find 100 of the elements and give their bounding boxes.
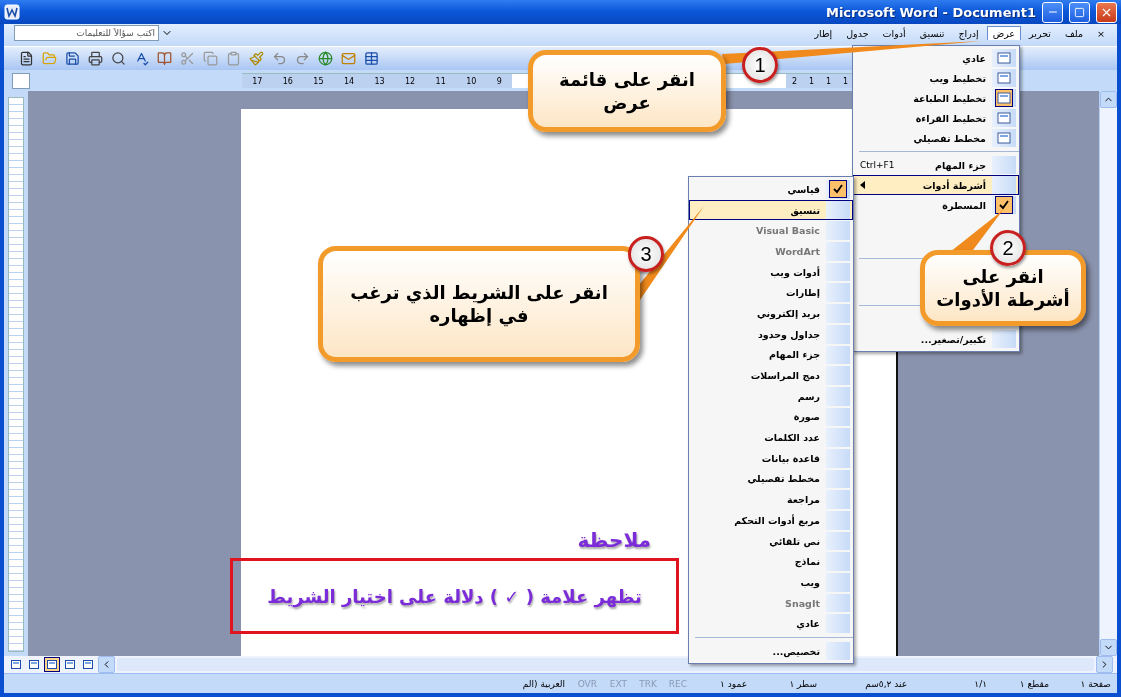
paintbrush-icon[interactable] [248, 51, 264, 66]
printer-icon[interactable] [87, 51, 103, 66]
checkmark-icon [833, 184, 843, 195]
ruler-number: 1 [808, 76, 815, 86]
note-text: تظهر علامة ( ✓ ) دلالة على اختيار الشريط [267, 585, 642, 607]
scroll-right-button[interactable] [1096, 656, 1113, 673]
reading-view-icon[interactable] [83, 660, 93, 669]
menu-entry[interactable]: مراجعة [689, 489, 853, 510]
menu-entry[interactable]: عدد الكلمات [689, 427, 853, 448]
close-button[interactable] [1096, 1, 1117, 23]
help-search-field[interactable]: اكتب سؤالاً للتعليمات [14, 24, 159, 41]
status-item: OVR [576, 678, 597, 689]
outline-view-icon[interactable] [65, 660, 75, 669]
note-title: ملاحظة [577, 528, 651, 552]
menu-entry[interactable]: مخطط تفصيلي [853, 128, 1019, 148]
ruler-number: 16 [282, 76, 293, 86]
menu-entry[interactable]: عادي [689, 613, 853, 635]
menu-entry[interactable]: مربع أدوات التحكم [689, 510, 853, 531]
menu-entry[interactable]: صورة [689, 406, 853, 428]
clipboard-icon[interactable] [225, 51, 241, 66]
menu-item[interactable]: جدول [840, 25, 875, 40]
status-item: TRK [638, 678, 657, 689]
status-item: العربية (الم [521, 678, 565, 689]
menu-entry[interactable]: تخطيط القراءة [853, 108, 1019, 128]
callout-text: انقر على أشرطة الأدوات [936, 264, 1070, 312]
menu-entry[interactable]: عادي [853, 48, 1019, 68]
status-item: ١/١ [973, 678, 987, 689]
web-view-icon[interactable] [29, 660, 39, 669]
menu-entry[interactable]: بريد إلكتروني [689, 303, 853, 324]
menu-item[interactable]: تنسيق [913, 25, 951, 40]
scroll-down-button[interactable] [1100, 639, 1117, 656]
menu-entry[interactable]: تكبير/تصغير... [853, 329, 1019, 349]
page-icon [997, 92, 1011, 104]
page-icon [997, 72, 1011, 84]
menu-entry[interactable]: تخطيط الطباعة [853, 88, 1019, 108]
ruler-number: 10 [466, 76, 477, 86]
scroll-up-button[interactable] [1100, 91, 1117, 108]
scroll-left-button[interactable] [98, 656, 115, 673]
menu-entry[interactable]: مخطط تفصيلي [689, 468, 853, 490]
ruler-number: 17 [252, 76, 263, 86]
menu-entry[interactable]: جزء المهام [689, 344, 853, 366]
tab-selector[interactable] [12, 72, 30, 89]
horizontal-scrollbar[interactable] [117, 658, 1094, 671]
menu-entry[interactable]: تنسيق [689, 199, 853, 221]
magnifier-icon[interactable] [110, 51, 126, 66]
menu-entry[interactable]: تخصيص... [689, 641, 853, 662]
normal-view-icon[interactable] [11, 660, 21, 669]
redo-icon[interactable] [294, 51, 310, 66]
maximize-button[interactable] [1069, 1, 1090, 23]
menu-entry[interactable]: نص تلقائي [689, 530, 853, 552]
status-item: REC [667, 678, 687, 689]
menu-entry[interactable]: نماذج [689, 551, 853, 573]
book-icon[interactable] [156, 51, 172, 66]
menu-item[interactable]: ملف [1058, 25, 1090, 40]
status-item: عمود ١ [719, 678, 747, 689]
menu-entry[interactable]: WordArt [689, 241, 853, 262]
ruler-number: 13 [374, 76, 385, 86]
ruler-number: 1 [842, 76, 849, 86]
menu-entry[interactable]: Visual Basic [689, 220, 853, 242]
menu-entry[interactable]: إطارات [689, 282, 853, 304]
menu-entry[interactable]: قاعدة بيانات [689, 447, 853, 469]
ruler-number: 14 [343, 76, 355, 86]
close-document-button[interactable]: × [1091, 25, 1111, 40]
ruler-number: 12 [405, 76, 416, 86]
menu-item[interactable]: تحرير [1023, 25, 1057, 40]
app-icon[interactable] [4, 4, 20, 20]
document-icon[interactable] [18, 51, 34, 66]
undo-icon[interactable] [271, 51, 287, 66]
submenu-arrow-icon [860, 181, 865, 189]
envelope-icon[interactable] [340, 51, 356, 66]
page-icon [997, 52, 1011, 64]
menu-item[interactable]: إطار [808, 25, 839, 40]
ruler-number: 2 [791, 76, 798, 86]
menu-entry[interactable]: أدوات ويب [689, 261, 853, 283]
menu-item[interactable]: أدوات [876, 25, 912, 40]
ruler-number: 15 [313, 76, 324, 86]
menu-entry[interactable]: المسطرة [853, 195, 1019, 215]
menu-item[interactable]: إدراج [952, 25, 985, 40]
menu-entry[interactable]: رسم [689, 385, 853, 407]
menu-entry[interactable]: ويب [689, 572, 853, 593]
status-item: مقطع ١ [1018, 678, 1049, 689]
status-item: سطر ١ [788, 678, 817, 689]
globe-icon[interactable] [317, 51, 333, 66]
ruler-number: 9 [496, 76, 502, 86]
window-title: Microsoft Word - Document1 [824, 4, 1036, 20]
menu-entry[interactable]: جداول وحدود [689, 323, 853, 345]
page-icon [997, 132, 1011, 144]
menu-entry[interactable]: دمج المراسلات [689, 365, 853, 386]
menu-entry[interactable]: أشرطة أدوات [853, 175, 1019, 195]
table-icon[interactable] [363, 51, 379, 66]
menu-entry[interactable]: تخطيط ويب [853, 68, 1019, 88]
minimize-button[interactable] [1042, 1, 1063, 23]
print-view-icon[interactable] [47, 660, 57, 669]
menu-entry[interactable]: قياسي [689, 179, 853, 200]
menu-item[interactable]: عرض [986, 25, 1022, 40]
ruler-number: 1 [825, 76, 832, 86]
page-icon [997, 112, 1011, 124]
status-item: EXT [608, 678, 627, 689]
callout-text: انقر على قائمة عرض [559, 67, 695, 115]
menu-entry[interactable]: SnagIt [689, 592, 853, 614]
